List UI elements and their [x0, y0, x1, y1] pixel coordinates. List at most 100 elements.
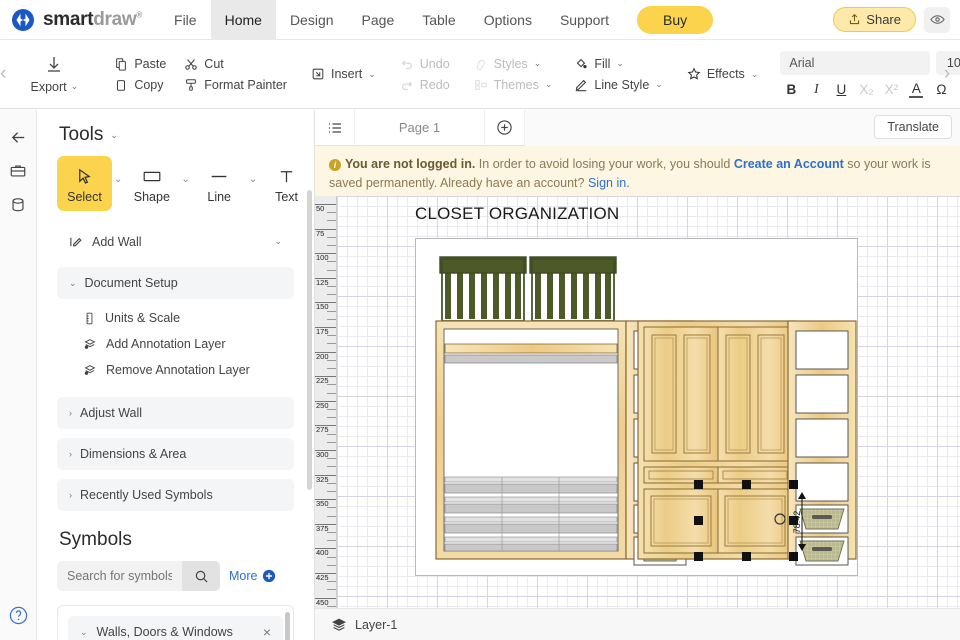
preview-toggle-button[interactable] — [924, 6, 950, 33]
tool-select-caret[interactable]: ⌄ — [114, 156, 122, 185]
symbols-search-input[interactable] — [57, 561, 182, 591]
main-menu: File Home Design Page Table Options Supp… — [160, 0, 714, 40]
symbols-category-box: ⌄ Walls, Doors & Windows × — [57, 605, 294, 640]
menu-item-options[interactable]: Options — [470, 0, 546, 40]
menu-item-table[interactable]: Table — [408, 0, 469, 40]
ribbon-group-clipboard: Paste Copy Cut Format Painter Insert ⌄ — [102, 48, 387, 100]
translate-button[interactable]: Translate — [874, 115, 952, 139]
font-family-input[interactable] — [780, 50, 931, 75]
menu-item-file[interactable]: File — [160, 0, 211, 40]
drawing-title[interactable]: CLOSET ORGANIZATION — [415, 204, 619, 224]
ruler-tick-minor — [327, 515, 336, 517]
brand-logo[interactable]: smartdraw® — [0, 8, 142, 31]
add-wall-section[interactable]: Add Wall ⌄ — [57, 225, 294, 258]
canvas-grid[interactable]: CLOSET ORGANIZATION 78.42 — [337, 196, 960, 608]
symbols-category-walls-doors-windows[interactable]: ⌄ Walls, Doors & Windows × — [68, 616, 283, 640]
chevron-down-icon: ⌄ — [274, 236, 282, 246]
tool-line[interactable]: Line — [192, 156, 247, 211]
superscript-button[interactable]: X² — [884, 82, 899, 97]
ruler-tick-minor — [327, 466, 336, 468]
cut-button[interactable]: Cut — [184, 57, 287, 71]
symbols-more-button[interactable]: More — [229, 569, 276, 583]
closet-drawing[interactable]: 78.42 — [416, 239, 857, 575]
back-button[interactable] — [3, 120, 33, 154]
menu-item-home[interactable]: Home — [210, 0, 276, 40]
drawing-sheet[interactable]: 78.42 — [415, 238, 858, 576]
layer-selector[interactable]: Layer-1 — [315, 609, 413, 640]
symbols-more-label: More — [229, 569, 258, 583]
add-page-button[interactable] — [485, 109, 525, 146]
ribbon-scroll-right-button[interactable]: › — [936, 40, 958, 108]
menu-item-design[interactable]: Design — [276, 0, 348, 40]
undo-button[interactable]: Undo — [400, 57, 450, 71]
ruler-tick-minor — [327, 605, 336, 607]
tool-buttons-row: Select ⌄ Shape ⌄ Line ⌄ Text — [37, 156, 314, 211]
copy-button[interactable]: Copy — [114, 78, 166, 92]
tool-text[interactable]: Text — [259, 156, 314, 211]
close-icon[interactable]: × — [263, 624, 271, 640]
recently-used-symbols-label: Recently Used Symbols — [80, 488, 213, 502]
dimensions-and-area-section[interactable]: › Dimensions & Area — [57, 438, 294, 470]
export-button[interactable]: Export ⌄ — [18, 55, 90, 94]
styles-col: Styles ⌄ Themes ⌄ — [474, 57, 553, 92]
smartdraw-logo-icon — [12, 8, 34, 31]
insert-button[interactable]: Insert ⌄ — [311, 67, 376, 81]
format-painter-button[interactable]: Format Painter — [184, 78, 287, 92]
sign-in-link[interactable]: Sign in. — [588, 176, 630, 190]
chevron-right-icon: › — [69, 490, 72, 500]
subscript-button[interactable]: X₂ — [859, 82, 873, 97]
styles-button[interactable]: Styles ⌄ — [474, 57, 553, 71]
vertical-ruler[interactable]: 50 75 100 125 150 175 200 225 250 275 300 325 350 375… — [315, 196, 337, 608]
symbols-search-button[interactable] — [182, 561, 220, 591]
buy-button[interactable]: Buy — [637, 5, 714, 34]
top-menu-bar: smartdraw® File Home Design Page Table O… — [0, 0, 960, 40]
document-setup-section[interactable]: ⌄ Document Setup — [57, 267, 294, 299]
themes-button[interactable]: Themes ⌄ — [474, 78, 552, 92]
bold-button[interactable]: B — [784, 82, 798, 97]
briefcase-icon — [9, 162, 27, 180]
styles-label: Styles — [493, 56, 528, 71]
insert-label: Insert — [330, 67, 363, 81]
underline-button[interactable]: U — [834, 82, 848, 97]
star-icon — [687, 67, 701, 81]
tool-shape[interactable]: Shape — [124, 156, 179, 211]
page-list-button[interactable] — [315, 109, 355, 146]
tool-line-caret[interactable]: ⌄ — [249, 156, 257, 185]
document-setup-label: Document Setup — [84, 276, 178, 290]
symbols-search-wrap — [57, 561, 220, 591]
menu-item-page[interactable]: Page — [348, 0, 409, 40]
insert-col: Insert ⌄ — [311, 67, 376, 81]
effects-button[interactable]: Effects ⌄ — [687, 67, 758, 81]
share-button[interactable]: Share — [833, 7, 916, 32]
fill-button[interactable]: Fill ⌄ — [574, 57, 662, 71]
ruler-tick-minor — [327, 286, 336, 287]
italic-button[interactable]: I — [809, 81, 823, 97]
chevron-right-icon: › — [69, 449, 72, 459]
tools-panel-scrollbar[interactable] — [307, 190, 312, 490]
create-account-link[interactable]: Create an Account — [734, 157, 844, 171]
font-row-family: 10 ▾ — [780, 50, 960, 75]
tool-shape-caret[interactable]: ⌄ — [181, 156, 189, 185]
menu-item-support[interactable]: Support — [546, 0, 623, 40]
line-style-button[interactable]: Line Style ⌄ — [574, 78, 663, 92]
help-button[interactable] — [8, 605, 29, 626]
ruler-tick-minor — [327, 482, 336, 484]
remove-annotation-layer-label: Remove Annotation Layer — [106, 363, 250, 377]
data-button[interactable] — [3, 188, 33, 222]
adjust-wall-section[interactable]: › Adjust Wall — [57, 397, 294, 429]
page-tab-bar: Page 1 Translate — [315, 109, 960, 146]
text-color-button[interactable]: A — [909, 81, 924, 98]
tools-panel-title[interactable]: Tools ⌄ — [37, 110, 314, 156]
recently-used-symbols-section[interactable]: › Recently Used Symbols — [57, 479, 294, 511]
ruler-tick-minor — [327, 433, 336, 435]
add-annotation-layer-item[interactable]: Add Annotation Layer — [57, 331, 294, 357]
symbols-scrollbar[interactable] — [285, 612, 290, 640]
redo-button[interactable]: Redo — [400, 78, 450, 92]
notice-bold-lead: You are not logged in. — [345, 157, 476, 171]
templates-button[interactable] — [3, 154, 33, 188]
remove-annotation-layer-item[interactable]: Remove Annotation Layer — [57, 357, 294, 383]
paste-button[interactable]: Paste — [114, 57, 166, 71]
units-and-scale-item[interactable]: Units & Scale — [57, 305, 294, 331]
tool-select[interactable]: Select — [57, 156, 112, 211]
page-tab-page-1[interactable]: Page 1 — [355, 109, 485, 146]
